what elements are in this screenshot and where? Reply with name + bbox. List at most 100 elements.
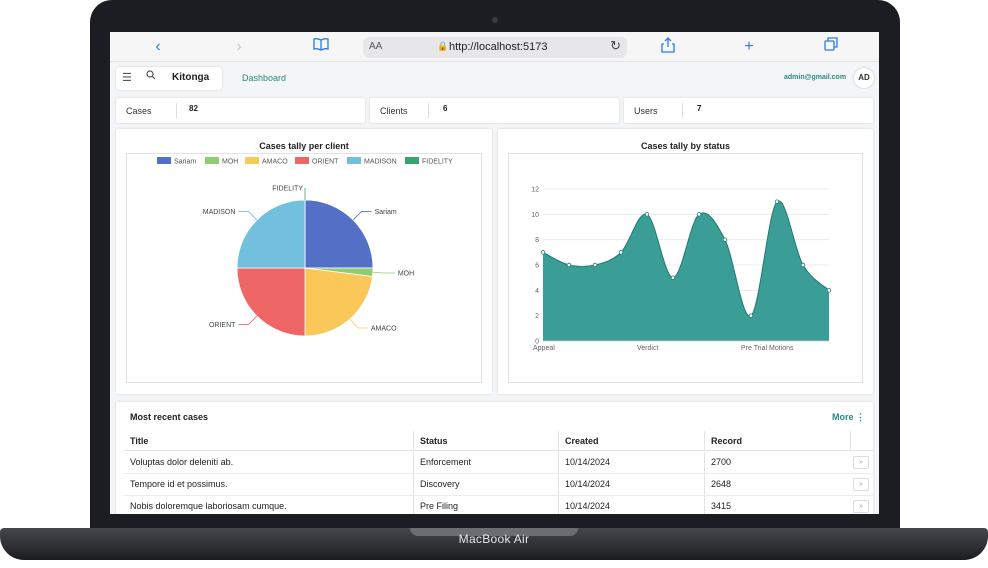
- legend-swatch-fidelity[interactable]: [405, 157, 419, 164]
- cell-created: 10/14/2024: [558, 474, 704, 495]
- x-tick-label: Verdict: [637, 345, 658, 352]
- pie-slice-madison[interactable]: [236, 199, 306, 269]
- y-tick-label: 2: [535, 313, 539, 320]
- nav-link-dashboard[interactable]: Dashboard: [242, 73, 286, 83]
- column-header-title[interactable]: Title: [124, 431, 406, 450]
- pie-chart-panel: Cases tally per client Sariam MOH AMACO ORI…: [116, 129, 492, 394]
- cell-title: Tempore id et possimus.: [130, 479, 228, 489]
- legend-label[interactable]: AMACO: [262, 159, 288, 166]
- stat-divider: [176, 103, 177, 118]
- pie-slice-orient[interactable]: [236, 267, 306, 337]
- search-icon[interactable]: [146, 70, 156, 83]
- y-tick-label: 12: [531, 187, 539, 194]
- cell-status: Enforcement: [413, 452, 557, 473]
- legend-label[interactable]: MADISON: [364, 159, 397, 166]
- column-header-actions: [850, 431, 873, 450]
- plus-icon[interactable]: +: [738, 37, 760, 57]
- legend-swatch-orient[interactable]: [295, 157, 309, 164]
- pie-slice-label: MADISON: [203, 209, 236, 216]
- table-row[interactable]: Tempore id et possimus. Discovery 10/14/20…: [124, 474, 873, 496]
- data-point[interactable]: [800, 262, 806, 268]
- area-chart-area: 0 2 4 6 8 10 12 Appeal Verdict Pre Trial Motions: [508, 153, 863, 383]
- cell-title: Nobis doloremque laboriosam cumque.: [130, 501, 287, 511]
- recent-cases-card: Most recent cases More ⋮ Title Status Cr…: [116, 402, 873, 514]
- data-point[interactable]: [540, 250, 546, 255]
- cell-record: 2648: [704, 474, 840, 495]
- laptop-frame: MacBook Air ‹ › AA 🔒 http://localhost:51…: [0, 0, 988, 568]
- column-header-created[interactable]: Created: [558, 431, 704, 450]
- avatar[interactable]: AD: [854, 68, 874, 88]
- column-header-status[interactable]: Status: [413, 431, 557, 450]
- reload-icon[interactable]: ↻: [610, 38, 621, 54]
- open-case-icon[interactable]: »: [853, 456, 869, 469]
- pie-slice-label: MOH: [398, 271, 414, 278]
- legend-swatch-moh[interactable]: [205, 157, 219, 164]
- y-tick-label: 8: [535, 237, 539, 244]
- stat-label: Cases: [126, 106, 152, 116]
- more-button[interactable]: More ⋮: [832, 412, 865, 423]
- text-size-button[interactable]: AA: [369, 41, 382, 52]
- legend-label[interactable]: FIDELITY: [422, 159, 453, 166]
- cell-title: Voluptas dolor deleniti ab.: [130, 457, 234, 467]
- area-fill: [543, 200, 829, 341]
- column-header-record[interactable]: Record: [704, 431, 840, 450]
- user-email: admin@gmail.com: [784, 74, 847, 81]
- data-point[interactable]: [774, 199, 780, 204]
- share-icon[interactable]: [657, 37, 679, 57]
- open-case-icon[interactable]: »: [853, 478, 869, 491]
- data-point[interactable]: [644, 212, 650, 217]
- cell-created: 10/14/2024: [558, 452, 704, 473]
- stat-label: Users: [634, 106, 658, 116]
- chevron-right-icon[interactable]: ›: [228, 37, 250, 57]
- menu-icon[interactable]: ☰: [122, 71, 132, 84]
- y-tick-label: 10: [531, 212, 539, 219]
- pie-label-line: [238, 211, 258, 221]
- legend-swatch-sariam[interactable]: [157, 157, 171, 164]
- cell-status: Discovery: [413, 474, 557, 495]
- tabs-icon[interactable]: [820, 37, 842, 57]
- pie-slice-sariam[interactable]: [304, 199, 374, 269]
- device-label: MacBook Air: [458, 532, 530, 546]
- table-row[interactable]: Voluptas dolor deleniti ab. Enforcement 10…: [124, 452, 873, 474]
- pie-slice-label: Sariam: [375, 209, 397, 216]
- legend-swatch-madison[interactable]: [347, 157, 361, 164]
- data-point[interactable]: [826, 288, 832, 293]
- recent-cases-title: Most recent cases: [130, 412, 209, 422]
- cell-record: 3415: [704, 496, 840, 514]
- stat-value: 82: [189, 104, 198, 113]
- legend-label[interactable]: ORIENT: [312, 159, 339, 166]
- data-point[interactable]: [670, 275, 676, 280]
- url-text: http://localhost:5173: [449, 41, 548, 53]
- stat-card-users: Users 7: [624, 98, 873, 123]
- app-header: ☰ Kitonga Dashboard admin@gmail.com AD: [110, 63, 879, 94]
- x-tick-label: Appeal: [533, 345, 555, 352]
- header-brand-group: ☰ Kitonga: [116, 67, 222, 90]
- cell-record: 2700: [704, 452, 840, 473]
- data-point[interactable]: [566, 262, 572, 268]
- pie-label-line: [352, 211, 372, 221]
- open-case-icon[interactable]: »: [853, 500, 869, 513]
- stat-divider: [428, 103, 429, 118]
- table-row[interactable]: Nobis doloremque laboriosam cumque. Pre F…: [124, 496, 873, 514]
- chevron-left-icon[interactable]: ‹: [147, 37, 169, 57]
- data-point[interactable]: [722, 237, 728, 242]
- brand-name[interactable]: Kitonga: [172, 72, 209, 83]
- data-point[interactable]: [592, 262, 598, 268]
- data-point[interactable]: [748, 313, 754, 318]
- legend-label[interactable]: MOH: [222, 159, 238, 166]
- lock-icon: 🔒: [437, 41, 449, 51]
- book-icon[interactable]: [310, 37, 332, 57]
- pie-slice-label: FIDELITY: [272, 186, 303, 193]
- pie-slice-label: ORIENT: [209, 322, 236, 329]
- legend-swatch-amaco[interactable]: [245, 157, 259, 164]
- address-bar[interactable]: AA 🔒 http://localhost:5173 ↻: [363, 37, 627, 58]
- pie-slice-amaco[interactable]: [304, 267, 373, 337]
- stat-card-cases: Cases 82: [116, 98, 365, 123]
- area-chart-title: Cases tally by status: [640, 141, 731, 151]
- data-point[interactable]: [618, 250, 624, 255]
- legend-label[interactable]: Sariam: [174, 159, 196, 166]
- pie-label-line: [238, 315, 258, 325]
- screen: ‹ › AA 🔒 http://localhost:5173 ↻ + ☰ Kit…: [110, 32, 879, 514]
- stat-divider: [682, 103, 683, 118]
- data-point[interactable]: [696, 212, 702, 217]
